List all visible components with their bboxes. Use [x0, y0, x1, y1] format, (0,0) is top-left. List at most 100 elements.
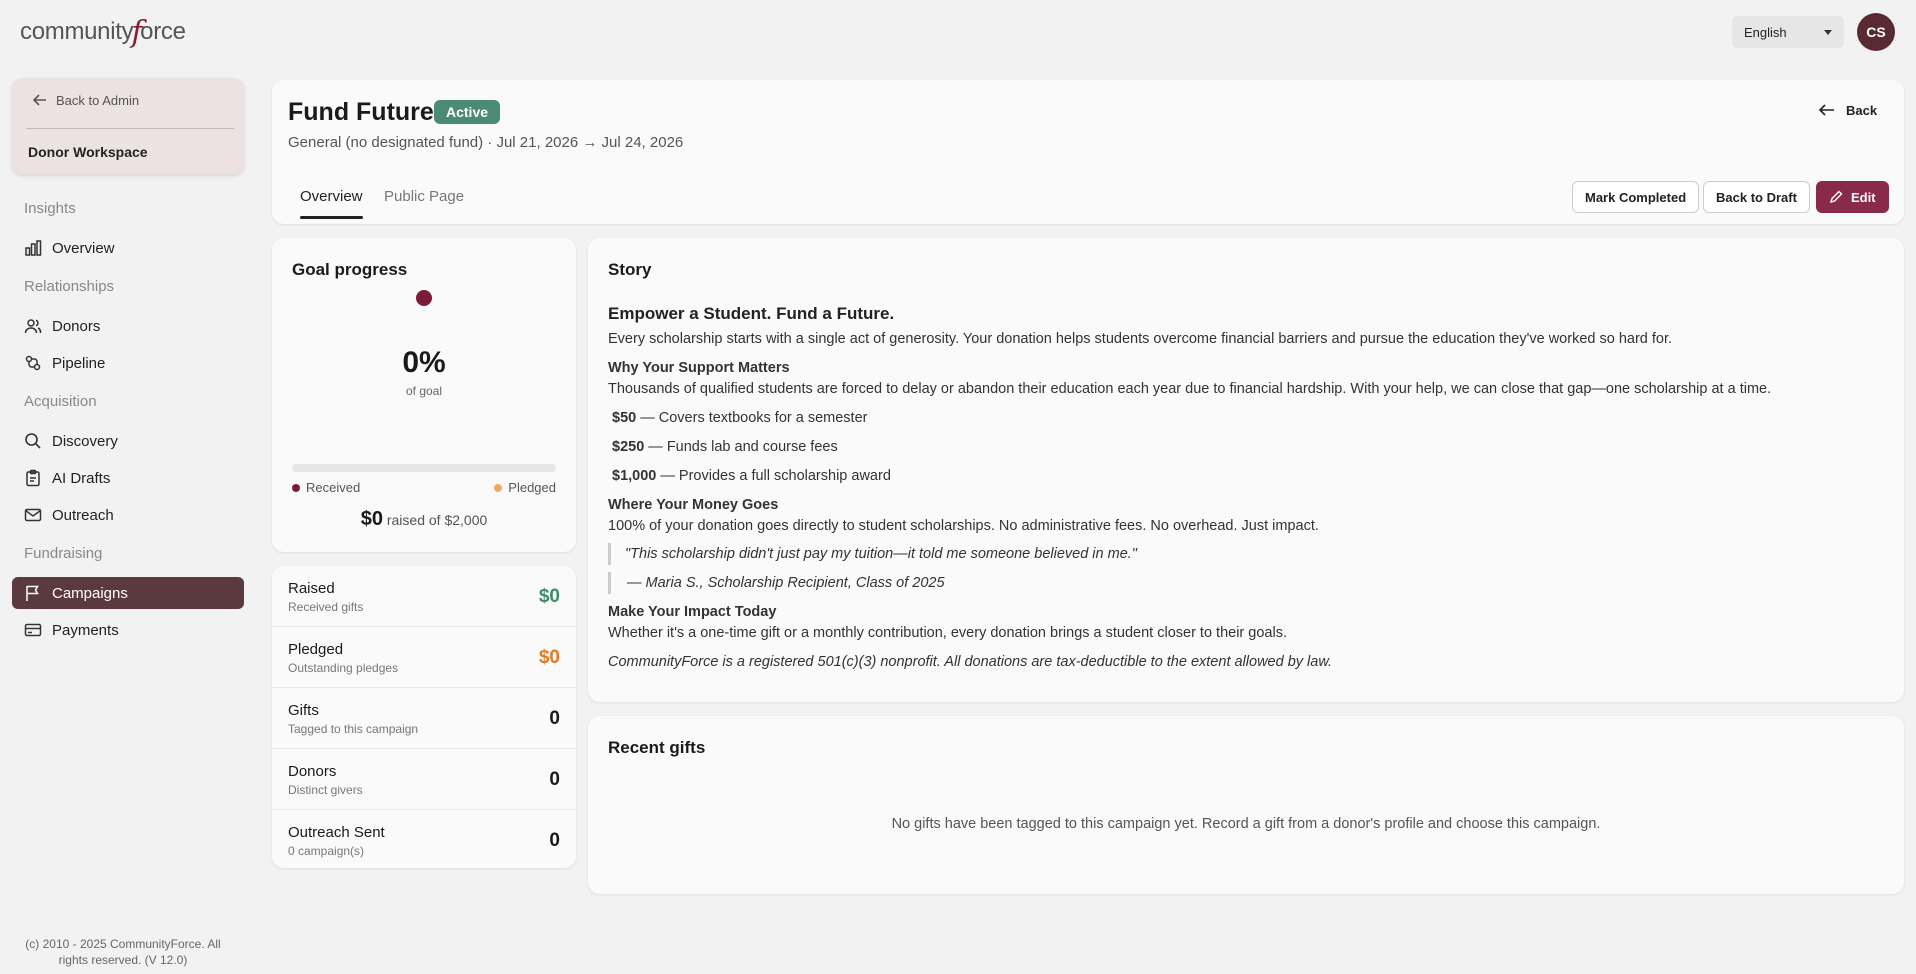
back-label: Back — [1846, 102, 1878, 118]
sidebar-item-label: Campaigns — [52, 584, 128, 602]
tier-text: — Provides a full scholarship award — [656, 468, 891, 484]
story-paragraph: Thousands of qualified students are forc… — [608, 381, 1772, 397]
stat-label: Pledged — [288, 641, 344, 658]
tier-text: — Funds lab and course fees — [644, 439, 838, 455]
back-to-admin-label: Back to Admin — [56, 92, 140, 108]
sidebar-item-donors[interactable]: Donors — [12, 310, 244, 342]
tier-amount: $250 — [612, 439, 645, 455]
progress-bar — [292, 464, 556, 472]
page-title: Fund Future — [288, 98, 434, 126]
workspace-title: Donor Workspace — [28, 144, 148, 160]
tab-public-page[interactable]: Public Page — [384, 188, 464, 205]
workspace-card: Back to Admin Donor Workspace — [12, 78, 244, 174]
card-title: Recent gifts — [608, 738, 706, 757]
tier-amount: $50 — [612, 410, 637, 426]
pipeline-icon — [25, 355, 41, 371]
sidebar-item-ai-drafts[interactable]: AI Drafts — [12, 462, 244, 494]
stat-row-donors: Donors Distinct givers 0 — [272, 749, 576, 810]
mail-icon — [24, 508, 42, 522]
raised-text: raised of $2,000 — [386, 512, 488, 528]
search-icon — [25, 433, 41, 449]
stat-sub: 0 campaign(s) — [288, 844, 365, 858]
goal-percent: 0% — [402, 346, 446, 379]
stat-sub: Received gifts — [288, 600, 364, 614]
tier-amount: $1,000 — [612, 468, 657, 484]
story-tier: $1,000 — Provides a full scholarship awa… — [612, 468, 891, 484]
stat-sub: Tagged to this campaign — [288, 722, 419, 736]
chevron-down-icon — [1824, 29, 1832, 35]
stat-row-raised: Raised Received gifts $0 — [272, 566, 576, 627]
empty-state-message: No gifts have been tagged to this campai… — [891, 816, 1601, 832]
campaign-header: Fund Future Active General (no designate… — [272, 80, 1904, 224]
edit-label: Edit — [1851, 189, 1876, 205]
sidebar-item-label: Outreach — [52, 506, 114, 524]
stat-sub: Distinct givers — [288, 783, 363, 797]
sidebar-item-label: Pipeline — [52, 354, 106, 372]
back-to-admin-link[interactable]: Back to Admin — [32, 92, 139, 108]
stat-label: Raised — [288, 580, 335, 597]
mark-completed-button[interactable]: Mark Completed — [1572, 181, 1700, 213]
tab-overview[interactable]: Overview — [300, 188, 363, 219]
language-select[interactable]: English — [1732, 16, 1844, 48]
sidebar-item-label: AI Drafts — [52, 469, 111, 487]
recent-gifts-card: Recent gifts No gifts have been tagged t… — [588, 716, 1904, 894]
stat-label: Donors — [288, 763, 337, 780]
sidebar-item-outreach[interactable]: Outreach — [12, 499, 244, 531]
story-headline: Empower a Student. Fund a Future. — [608, 304, 895, 323]
story-heading: Where Your Money Goes — [608, 497, 779, 513]
stat-value: 0 — [549, 769, 560, 790]
legend-dot — [494, 483, 503, 492]
pencil-icon — [1829, 190, 1843, 204]
arrow-left-icon — [1818, 104, 1834, 116]
legend-dot — [292, 483, 300, 492]
card-title: Goal progress — [292, 260, 408, 279]
sidebar-item-campaigns[interactable]: Campaigns — [12, 577, 244, 609]
clipboard-icon — [26, 469, 40, 487]
section-insights: Insights — [24, 200, 76, 217]
stat-value: 0 — [549, 830, 560, 851]
sidebar-item-payments[interactable]: Payments — [12, 614, 244, 646]
sidebar-item-pipeline[interactable]: Pipeline — [12, 347, 244, 379]
section-acquisition: Acquisition — [24, 393, 97, 410]
app-logo[interactable]: community f orce — [20, 14, 186, 50]
sidebar-item-label: Payments — [52, 621, 119, 639]
user-avatar[interactable]: CS — [1857, 13, 1895, 51]
logo-text-post: orce — [140, 18, 186, 45]
edit-button[interactable]: Edit — [1816, 181, 1889, 213]
sidebar-item-discovery[interactable]: Discovery — [12, 425, 244, 457]
legend-received: Received — [292, 480, 360, 495]
story-attribution: — Maria S., Scholarship Recipient, Class… — [608, 572, 945, 594]
story-heading: Why Your Support Matters — [608, 360, 790, 376]
story-quote: "This scholarship didn't just pay my tui… — [608, 543, 1137, 565]
story-intro: Every scholarship starts with a single a… — [608, 331, 1673, 347]
story-tier: $50 — Covers textbooks for a semester — [612, 410, 867, 426]
goal-percent-caption: of goal — [405, 384, 443, 398]
stat-value: $0 — [538, 586, 560, 607]
tier-text: — Covers textbooks for a semester — [636, 410, 868, 426]
stat-label: Outreach Sent — [288, 824, 385, 841]
sidebar-item-overview[interactable]: Overview — [12, 232, 244, 264]
stat-row-outreach: Outreach Sent 0 campaign(s) 0 — [272, 810, 576, 868]
sidebar-item-label: Overview — [52, 239, 115, 257]
campaign-stats-card: Raised Received gifts $0 Pledged Outstan… — [272, 566, 576, 868]
copyright-footer: (c) 2010 - 2025 CommunityForce. All righ… — [25, 937, 221, 967]
goal-progress-card: Goal progress 0% of goal Received Pledge… — [272, 238, 576, 552]
legend-pledged: Pledged — [494, 480, 556, 495]
back-to-draft-button[interactable]: Back to Draft — [1703, 181, 1810, 213]
stat-value: 0 — [549, 708, 560, 729]
card-title: Story — [608, 260, 652, 279]
sidebar-item-label: Donors — [52, 317, 101, 335]
raised-summary: $0 raised of $2,000 — [272, 508, 576, 531]
stat-sub: Outstanding pledges — [288, 661, 399, 675]
language-value: English — [1744, 24, 1787, 40]
status-badge: Active — [434, 100, 501, 124]
story-card: Story Empower a Student. Fund a Future. … — [588, 238, 1904, 702]
campaign-subtitle: General (no designated fund) · Jul 21, 2… — [288, 134, 684, 151]
story-tier: $250 — Funds lab and course fees — [612, 439, 838, 455]
story-disclaimer: CommunityForce is a registered 501(c)(3)… — [608, 654, 1333, 670]
stat-label: Gifts — [288, 702, 319, 719]
section-fundraising: Fundraising — [24, 545, 103, 562]
back-button[interactable]: Back — [1818, 102, 1877, 118]
logo-text-pre: community — [20, 18, 134, 45]
users-icon — [24, 319, 42, 334]
